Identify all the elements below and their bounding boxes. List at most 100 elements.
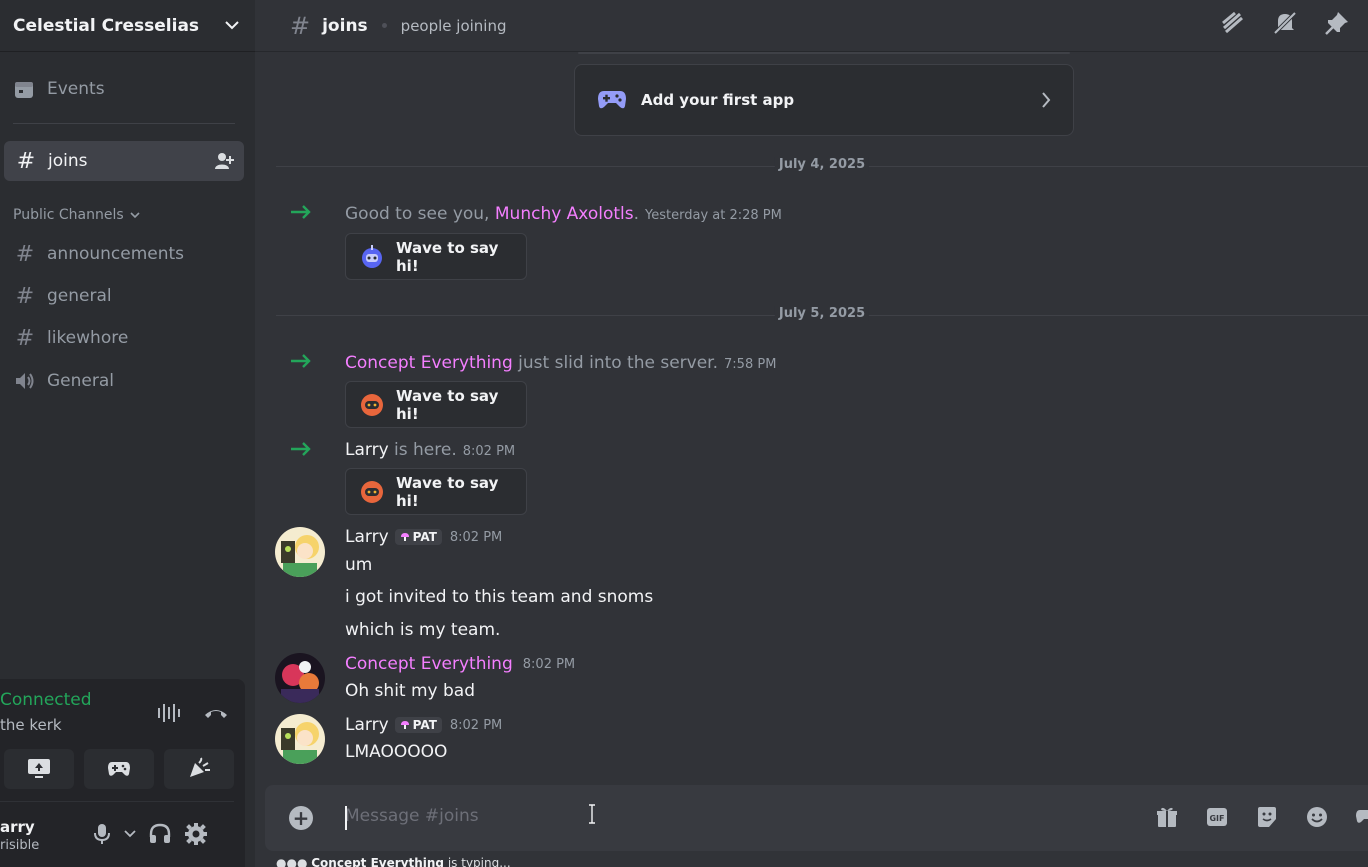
channel-sidebar: Celestial Cresselias Events # joins Publ…	[0, 0, 255, 867]
message-input[interactable]: Message #joins	[345, 806, 479, 826]
calendar-icon	[13, 78, 35, 100]
channel-topic[interactable]: people joining	[401, 17, 507, 35]
member-name[interactable]: Munchy Axolotls	[495, 204, 634, 224]
message-author[interactable]: Larry	[345, 715, 389, 735]
sidebar-item-events[interactable]: Events	[13, 74, 105, 104]
message-author[interactable]: Larry	[345, 527, 389, 547]
role-tag-label: PAT	[412, 718, 437, 732]
gif-icon[interactable]: GIF	[1205, 805, 1229, 829]
system-message: Good to see you, Munchy Axolotls. Yesterd…	[345, 204, 782, 224]
sidebar-item-announcements[interactable]: # announcements	[13, 238, 184, 270]
sidebar-item-label: General	[47, 371, 114, 391]
sidebar-item-voice-general[interactable]: General	[13, 365, 114, 397]
card-edge	[578, 52, 1070, 54]
date-divider: July 4, 2025	[276, 157, 1368, 172]
chevron-down-icon	[130, 211, 140, 219]
message-text: Oh shit my bad	[345, 681, 476, 701]
avatar[interactable]	[275, 714, 325, 764]
system-text: .	[633, 204, 640, 224]
sidebar-item-likewhore[interactable]: # likewhore	[13, 322, 129, 354]
wave-button[interactable]: Wave to say hi!	[345, 381, 527, 428]
robot-wave-icon	[358, 243, 386, 271]
voice-connected-status[interactable]: Connected	[0, 690, 92, 710]
header-toolbar	[1220, 10, 1350, 36]
add-member-icon[interactable]	[214, 152, 234, 170]
separator-dot	[381, 23, 387, 28]
microphone-icon[interactable]	[92, 823, 112, 845]
sidebar-item-general[interactable]: # general	[13, 280, 112, 312]
text-channel-icon: #	[15, 241, 35, 267]
pin-icon[interactable]	[1324, 10, 1350, 36]
server-name: Celestial Cresselias	[13, 15, 200, 36]
svg-text:GIF: GIF	[1209, 814, 1224, 823]
typing-indicator: ●●● Concept Everything is typing...	[276, 856, 511, 867]
share-screen-button[interactable]	[4, 749, 74, 789]
wave-label: Wave to say hi!	[396, 238, 499, 275]
wave-label: Wave to say hi!	[396, 473, 499, 510]
mute-notifications-icon[interactable]	[1272, 10, 1298, 36]
wave-label: Wave to say hi!	[396, 386, 499, 423]
voice-room-name[interactable]: the kerk	[0, 716, 62, 734]
message-text: um	[345, 555, 373, 575]
disconnect-icon[interactable]	[203, 700, 229, 726]
user-controls	[92, 822, 208, 846]
discord-app: Celestial Cresselias Events # joins Publ…	[0, 0, 1368, 867]
timestamp: 8:02 PM	[449, 529, 503, 545]
message-header: Larry PAT 8:02 PM	[345, 527, 502, 547]
gift-icon[interactable]	[1155, 805, 1179, 829]
system-text: Good to see you,	[345, 204, 495, 224]
message-text: which is my team.	[345, 620, 501, 640]
category-public-channels[interactable]: Public Channels	[13, 207, 140, 223]
timestamp: 8:02 PM	[449, 717, 503, 733]
message-author[interactable]: Concept Everything	[345, 654, 513, 674]
role-tag[interactable]: PAT	[394, 717, 442, 733]
avatar[interactable]	[275, 653, 325, 703]
sidebar-item-label: general	[47, 286, 112, 306]
apps-icon[interactable]	[1355, 805, 1368, 829]
sticker-icon[interactable]	[1255, 805, 1279, 829]
role-tag-label: PAT	[412, 530, 437, 544]
typing-dots-icon: ●●●	[276, 856, 308, 867]
avatar[interactable]	[275, 527, 325, 577]
activity-button[interactable]	[84, 749, 154, 789]
wave-button[interactable]: Wave to say hi!	[345, 233, 527, 280]
speaker-icon	[13, 371, 37, 391]
emoji-icon[interactable]	[1305, 805, 1329, 829]
voice-action-buttons	[4, 749, 234, 789]
member-name[interactable]: Larry	[345, 440, 389, 460]
gear-icon[interactable]	[184, 822, 208, 846]
soundboard-button[interactable]	[164, 749, 234, 789]
text-caret	[345, 806, 347, 830]
system-message: Larry is here. 8:02 PM	[345, 440, 515, 460]
headphones-icon[interactable]	[148, 823, 172, 845]
text-channel-icon: #	[16, 148, 36, 174]
date-label: July 5, 2025	[774, 306, 870, 321]
message-header: Larry PAT 8:02 PM	[345, 715, 502, 735]
noise-suppression-icon[interactable]	[155, 700, 181, 726]
system-text: is here.	[388, 440, 457, 460]
member-name[interactable]: Concept Everything	[345, 353, 513, 373]
add-app-card[interactable]: Add your first app	[574, 64, 1074, 136]
system-text: just slid into the server.	[512, 353, 719, 373]
message-text: i got invited to this team and snoms	[345, 587, 654, 607]
date-divider: July 5, 2025	[276, 306, 1368, 321]
gamepad-icon	[597, 89, 627, 111]
server-header[interactable]: Celestial Cresselias	[0, 0, 255, 52]
threads-icon[interactable]	[1220, 10, 1246, 36]
plus-icon: +	[292, 806, 310, 830]
text-channel-icon: #	[15, 283, 35, 309]
user-name[interactable]: arry	[0, 818, 35, 836]
chevron-right-icon	[1041, 92, 1051, 108]
join-arrow-icon	[290, 353, 312, 369]
gamepad-icon	[107, 760, 131, 778]
wave-button[interactable]: Wave to say hi!	[345, 468, 527, 515]
sidebar-item-joins[interactable]: # joins	[4, 141, 244, 181]
role-tag[interactable]: PAT	[394, 529, 442, 545]
join-arrow-icon	[290, 204, 312, 220]
add-attachment-button[interactable]: +	[289, 806, 313, 830]
screen-share-icon	[27, 758, 51, 780]
chevron-down-icon[interactable]	[124, 830, 136, 838]
timestamp: Yesterday at 2:28 PM	[645, 208, 782, 223]
user-status: risible	[0, 838, 40, 853]
timestamp: 7:58 PM	[724, 357, 777, 372]
